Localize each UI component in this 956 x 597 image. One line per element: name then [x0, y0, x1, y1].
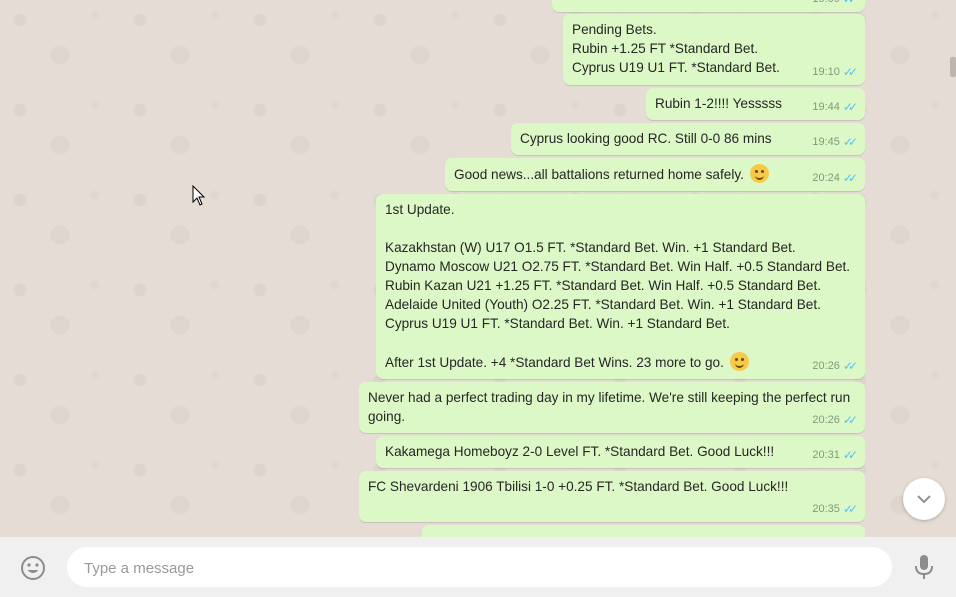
smiling-face-emoji-icon	[749, 164, 769, 183]
message-time: 20:26	[812, 414, 840, 426]
double-check-icon: ✓✓	[842, 135, 858, 149]
double-check-icon: ✓✓	[842, 502, 858, 516]
message-bubble[interactable]: Kakamega Homeboyz 2-0 Level FT. *Standar…	[376, 436, 865, 468]
message-text: Rubin 1-2!!!! Yesssss	[655, 96, 782, 111]
message-time: 20:35	[812, 503, 840, 515]
double-check-icon: ✓✓	[842, 448, 858, 462]
double-check-icon: ✓✓	[842, 100, 858, 114]
message-bubble[interactable]: Never had a perfect trading day in my li…	[359, 382, 865, 433]
message-time: 19:45	[812, 136, 840, 148]
message-text: 1st Update. Kazakhstan (W) U17 O1.5 FT. …	[385, 202, 851, 370]
message-bubble[interactable]	[422, 525, 865, 537]
message-time: 20:24	[812, 172, 840, 184]
message-input[interactable]	[82, 547, 866, 589]
scroll-to-bottom-button[interactable]	[903, 478, 945, 520]
message-time: 19:10	[812, 66, 840, 78]
message-bubble[interactable]: Rubin 1-2!!!! Yesssss 19:44 ✓✓	[646, 88, 865, 120]
double-check-icon: ✓✓	[842, 359, 858, 373]
message-text: Kakamega Homeboyz 2-0 Level FT. *Standar…	[385, 444, 775, 459]
emoji-button[interactable]	[20, 555, 46, 581]
message-meta: 20:31 ✓✓	[812, 446, 858, 465]
message-bubble[interactable]: FC Shevardeni 1906 Tbilisi 1-0 +0.25 FT.…	[359, 471, 865, 522]
message-text: Never had a perfect trading day in my li…	[368, 390, 854, 424]
message-text: Pending Bets. Rubin +1.25 FT *Standard B…	[572, 22, 780, 75]
message-meta: 20:26 ✓✓	[812, 357, 858, 376]
message-bubble[interactable]: Pending Bets. Rubin +1.25 FT *Standard B…	[563, 14, 865, 85]
mouse-cursor-icon	[192, 184, 206, 212]
microphone-icon	[915, 555, 933, 579]
chevron-down-icon	[917, 495, 931, 504]
smiling-face-emoji-icon	[729, 352, 749, 371]
message-bubble[interactable]: 19:09✓✓	[552, 0, 865, 12]
message-meta: 20:35 ✓✓	[812, 500, 858, 519]
message-text: FC Shevardeni 1906 Tbilisi 1-0 +0.25 FT.…	[368, 479, 789, 494]
message-text: Cyprus looking good RC. Still 0-0 86 min…	[520, 131, 772, 146]
double-check-icon: ✓✓	[842, 171, 858, 185]
message-bubble[interactable]: Good news...all battalions returned home…	[445, 158, 865, 191]
message-meta: 19:45 ✓✓	[812, 133, 858, 152]
double-check-icon: ✓✓	[842, 65, 858, 79]
message-time: 19:09	[812, 0, 840, 9]
message-bubble[interactable]: Cyprus looking good RC. Still 0-0 86 min…	[511, 123, 865, 155]
chat-pane: 19:09✓✓ Pending Bets. Rubin +1.25 FT *St…	[0, 0, 956, 537]
message-meta: 19:09✓✓	[812, 0, 858, 9]
scrollbar-thumb[interactable]	[950, 57, 956, 77]
message-time: 20:26	[812, 360, 840, 372]
message-time: 20:31	[812, 449, 840, 461]
message-meta: 19:44 ✓✓	[812, 98, 858, 117]
message-meta: 19:10 ✓✓	[812, 63, 858, 82]
message-bubble[interactable]: 1st Update. Kazakhstan (W) U17 O1.5 FT. …	[376, 194, 865, 379]
message-meta: 20:26 ✓✓	[812, 411, 858, 430]
message-time: 19:44	[812, 101, 840, 113]
voice-message-button[interactable]	[911, 553, 937, 581]
message-text: Good news...all battalions returned home…	[454, 167, 744, 182]
message-input-container	[67, 547, 892, 589]
smiley-icon	[21, 556, 45, 580]
message-meta: 20:24 ✓✓	[812, 169, 858, 188]
composer-bar	[0, 537, 956, 597]
double-check-icon: ✓✓	[843, 0, 858, 9]
double-check-icon: ✓✓	[842, 413, 858, 427]
